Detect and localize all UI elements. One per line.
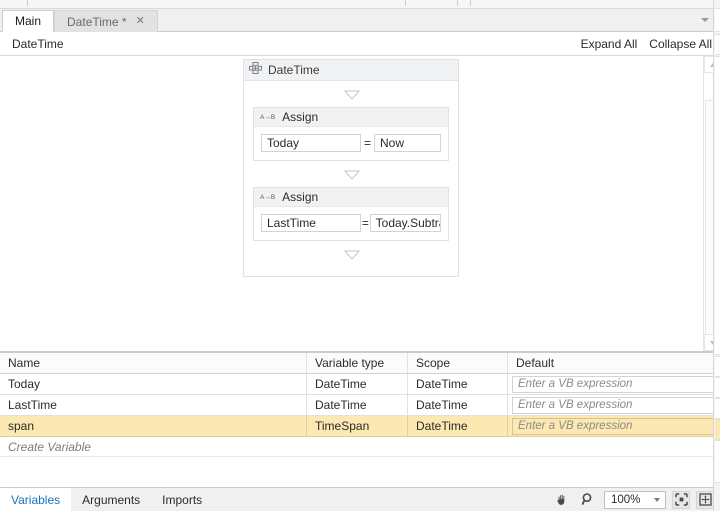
variable-name-cell[interactable]: Today <box>0 374 307 394</box>
drop-triangle-icon <box>344 250 360 260</box>
right-edge-segment <box>715 440 720 483</box>
chevron-down-icon <box>654 497 660 502</box>
bottom-panel-tabbar: Variables Arguments Imports 100% <box>0 488 720 511</box>
variables-panel: Name Variable type Scope Default Today D… <box>0 352 720 488</box>
toolbar-sliver <box>0 0 720 9</box>
variables-empty-area <box>0 457 720 488</box>
toolbar-tick <box>27 0 28 6</box>
sequence-icon <box>249 62 263 78</box>
tab-imports[interactable]: Imports <box>151 488 213 511</box>
connector-bottom <box>344 241 360 267</box>
assign-operator: = <box>361 216 369 230</box>
right-edge-segment <box>715 419 720 440</box>
table-row[interactable]: span TimeSpan DateTime Enter a VB expres… <box>0 416 720 437</box>
collapse-all-button[interactable]: Collapse All <box>649 37 712 51</box>
right-edge-segment <box>715 377 720 398</box>
tab-main-label: Main <box>15 14 42 28</box>
table-row[interactable]: LastTime DateTime DateTime Enter a VB ex… <box>0 395 720 416</box>
assign-to-field[interactable]: LastTime <box>261 214 361 232</box>
connector-middle <box>344 161 360 187</box>
fit-to-screen-icon[interactable] <box>672 490 690 509</box>
variable-scope-cell[interactable]: DateTime <box>408 395 508 415</box>
designer-view-controls: 100% <box>552 488 720 511</box>
breadcrumb-actions: Expand All Collapse All <box>581 37 712 51</box>
editor-tabstrip: Main DateTime * ✕ <box>0 9 720 32</box>
overview-icon[interactable] <box>696 490 714 509</box>
activity-header[interactable]: A→B Assign <box>254 188 448 207</box>
tab-overflow-dropdown[interactable] <box>698 13 712 27</box>
variable-name-cell[interactable]: span <box>0 416 307 436</box>
toolbar-tick <box>470 0 471 6</box>
magnifier-icon[interactable] <box>578 491 598 509</box>
table-header-row: Name Variable type Scope Default <box>0 353 720 374</box>
right-panel-edge[interactable] <box>713 0 720 511</box>
drop-triangle-icon <box>344 90 360 100</box>
right-edge-segment <box>715 356 720 377</box>
right-edge-segment <box>715 56 720 355</box>
activity-header[interactable]: A→B Assign <box>254 108 448 127</box>
right-edge-segment <box>715 398 720 419</box>
connector-top <box>344 81 360 107</box>
column-header-name[interactable]: Name <box>0 353 307 373</box>
assign-icon: A→B <box>260 113 276 121</box>
toolbar-tick <box>405 0 406 6</box>
right-edge-segment <box>715 34 720 55</box>
drop-triangle-icon <box>344 170 360 180</box>
assign-to-field[interactable]: Today <box>261 134 361 152</box>
tab-datetime-label: DateTime * <box>67 14 127 29</box>
column-header-default[interactable]: Default <box>508 353 720 373</box>
variable-default-cell: Enter a VB expression <box>508 416 720 436</box>
activity-body: Today = Now <box>254 127 448 160</box>
right-edge-segment <box>715 8 720 32</box>
activity-title: Assign <box>282 110 319 124</box>
column-header-type[interactable]: Variable type <box>307 353 408 373</box>
variable-scope-cell[interactable]: DateTime <box>408 416 508 436</box>
variable-type-cell[interactable]: DateTime <box>307 395 408 415</box>
variable-name-cell[interactable]: LastTime <box>0 395 307 415</box>
activity-assign-1[interactable]: A→B Assign Today = Now <box>253 107 449 161</box>
column-header-scope[interactable]: Scope <box>408 353 508 373</box>
sequence-header[interactable]: DateTime <box>244 60 458 81</box>
tab-variables[interactable]: Variables <box>0 488 72 511</box>
assign-icon: A→B <box>260 193 276 201</box>
tab-datetime[interactable]: DateTime * ✕ <box>54 10 158 32</box>
pan-hand-icon[interactable] <box>552 491 572 509</box>
variable-type-cell[interactable]: TimeSpan <box>307 416 408 436</box>
activity-title: Assign <box>282 190 319 204</box>
toolbar-tick <box>457 0 458 6</box>
close-icon[interactable]: ✕ <box>136 16 145 27</box>
sequence-body: A→B Assign Today = Now A→B Assign LastTi… <box>244 81 458 276</box>
breadcrumb-bar: DateTime Expand All Collapse All <box>0 32 720 56</box>
designer-area: DateTime A→B Assign Today = Now A→B Assi… <box>0 56 720 352</box>
assign-operator: = <box>363 136 371 150</box>
breadcrumb[interactable]: DateTime <box>12 37 64 51</box>
variable-type-cell[interactable]: DateTime <box>307 374 408 394</box>
tab-arguments[interactable]: Arguments <box>71 488 151 511</box>
zoom-level-combobox[interactable]: 100% <box>604 490 666 509</box>
zoom-level-value: 100% <box>611 493 641 506</box>
designer-canvas[interactable]: DateTime A→B Assign Today = Now A→B Assi… <box>0 56 703 351</box>
sequence-title: DateTime <box>268 63 320 77</box>
variable-default-cell: Enter a VB expression <box>508 374 720 394</box>
variable-default-input[interactable]: Enter a VB expression <box>512 417 715 435</box>
sequence-container[interactable]: DateTime A→B Assign Today = Now A→B Assi… <box>243 59 459 277</box>
variable-default-input[interactable]: Enter a VB expression <box>512 375 716 393</box>
assign-value-field[interactable]: Today.Subtract(s <box>369 214 441 232</box>
variable-scope-cell[interactable]: DateTime <box>408 374 508 394</box>
assign-value-field[interactable]: Now <box>374 134 441 152</box>
table-row[interactable]: Today DateTime DateTime Enter a VB expre… <box>0 374 720 395</box>
activity-assign-2[interactable]: A→B Assign LastTime = Today.Subtract(s <box>253 187 449 241</box>
variable-default-cell: Enter a VB expression <box>508 395 720 415</box>
variables-table: Name Variable type Scope Default Today D… <box>0 352 720 457</box>
activity-body: LastTime = Today.Subtract(s <box>254 207 448 240</box>
tab-main[interactable]: Main <box>2 10 55 32</box>
create-variable-row[interactable]: Create Variable <box>0 437 720 457</box>
studio-window: Main DateTime * ✕ DateTime Expand All Co… <box>0 0 720 511</box>
expand-all-button[interactable]: Expand All <box>581 37 638 51</box>
chevron-down-icon <box>701 18 709 22</box>
variable-default-input[interactable]: Enter a VB expression <box>512 396 716 414</box>
